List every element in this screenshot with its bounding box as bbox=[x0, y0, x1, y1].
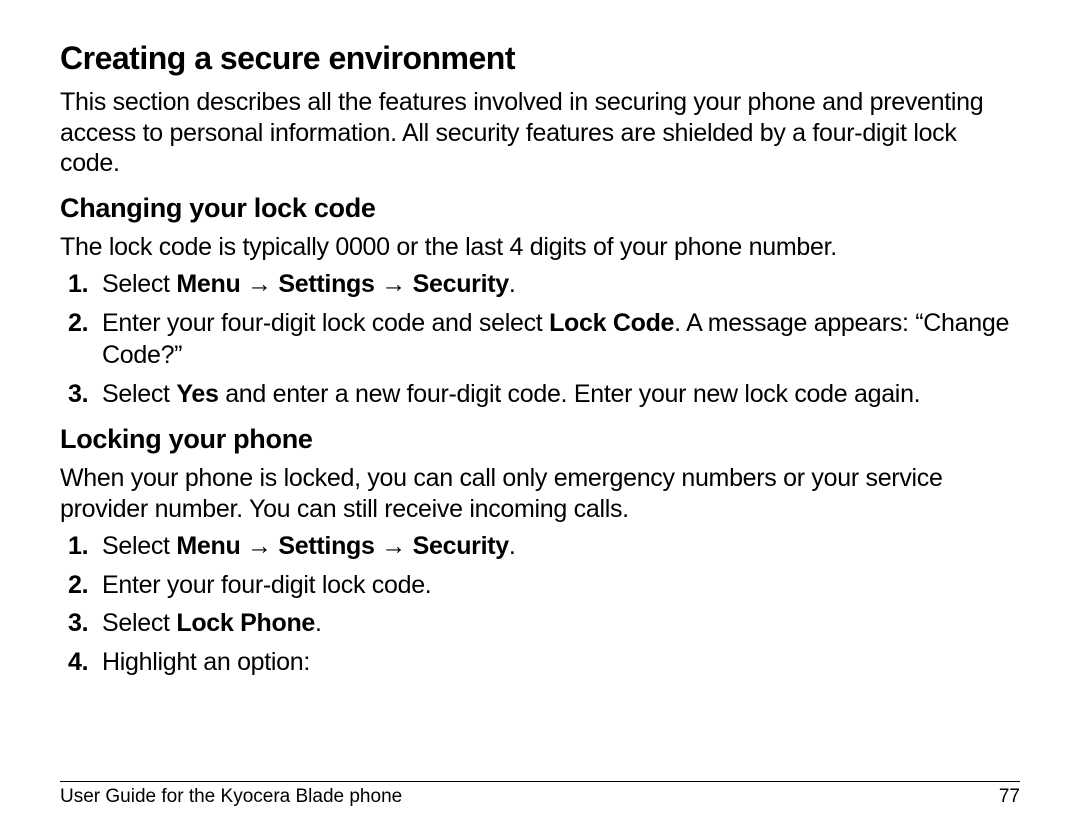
ui-label: Yes bbox=[176, 380, 218, 408]
step-text: Select bbox=[102, 270, 176, 298]
section2-intro: When your phone is locked, you can call … bbox=[60, 463, 1020, 524]
step-text: Enter your four-digit lock code and sele… bbox=[102, 309, 549, 337]
list-item: Select Menu → Settings → Security. bbox=[60, 268, 1020, 301]
section1-steps: Select Menu → Settings → Security. Enter… bbox=[60, 268, 1020, 410]
section2-steps: Select Menu → Settings → Security. Enter… bbox=[60, 530, 1020, 678]
list-item: Highlight an option: bbox=[60, 646, 1020, 679]
list-item: Enter your four-digit lock code. bbox=[60, 569, 1020, 602]
step-text: Select bbox=[102, 380, 176, 408]
list-item: Select Menu → Settings → Security. bbox=[60, 530, 1020, 563]
step-text: and enter a new four-digit code. Enter y… bbox=[219, 380, 921, 408]
step-text: Select bbox=[102, 609, 176, 637]
ui-label: Lock Code bbox=[549, 309, 674, 337]
subheading-changing-lock-code: Changing your lock code bbox=[60, 193, 1020, 224]
page-number: 77 bbox=[999, 786, 1020, 808]
list-item: Select Lock Phone. bbox=[60, 607, 1020, 640]
subheading-locking-phone: Locking your phone bbox=[60, 424, 1020, 455]
intro-paragraph: This section describes all the features … bbox=[60, 87, 1020, 179]
ui-label: Lock Phone bbox=[176, 609, 315, 637]
list-item: Select Yes and enter a new four-digit co… bbox=[60, 378, 1020, 411]
step-text: Select bbox=[102, 532, 176, 560]
page-footer: User Guide for the Kyocera Blade phone 7… bbox=[60, 781, 1020, 808]
page-heading: Creating a secure environment bbox=[60, 40, 1020, 77]
section1-intro: The lock code is typically 0000 or the l… bbox=[60, 232, 1020, 263]
step-text: . bbox=[315, 609, 322, 637]
step-text: . bbox=[509, 532, 516, 560]
footer-title: User Guide for the Kyocera Blade phone bbox=[60, 786, 402, 808]
menu-path: Menu → Settings → Security bbox=[176, 532, 509, 560]
menu-path: Menu → Settings → Security bbox=[176, 270, 509, 298]
list-item: Enter your four-digit lock code and sele… bbox=[60, 307, 1020, 372]
step-text: . bbox=[509, 270, 516, 298]
